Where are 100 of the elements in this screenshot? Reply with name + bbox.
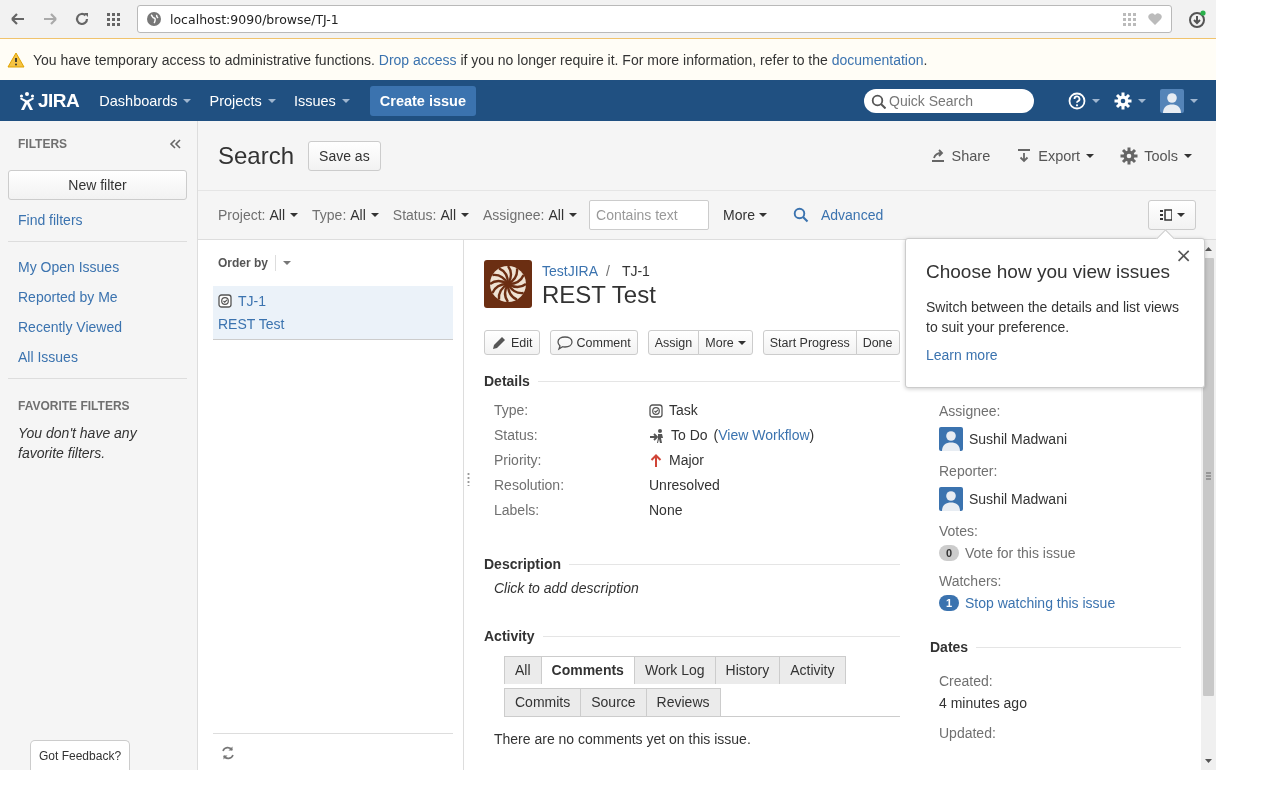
- logo-icon: [18, 90, 36, 111]
- caret-icon: [461, 213, 469, 217]
- activity-tab[interactable]: Reviews: [645, 688, 721, 716]
- nav-menu[interactable]: Dashboards: [99, 92, 192, 109]
- watch-link[interactable]: Stop watching this issue: [965, 595, 1116, 611]
- quick-search-field[interactable]: Quick Search: [864, 88, 1034, 113]
- issue-action-button[interactable]: Comment: [549, 330, 638, 355]
- caret-icon: [283, 261, 291, 265]
- resize-handle[interactable]: [467, 472, 470, 486]
- field-value: Unresolved: [649, 476, 720, 495]
- create-issue-button[interactable]: Create issue: [369, 85, 477, 116]
- search-icon: [871, 93, 886, 109]
- issue-key-link[interactable]: TJ-1: [621, 263, 650, 279]
- advanced-link[interactable]: Advanced: [820, 207, 884, 223]
- learn-more-link[interactable]: Learn more: [926, 347, 998, 363]
- toolbar-button[interactable]: Tools: [1120, 146, 1192, 165]
- activity-tab[interactable]: Work Log: [633, 656, 716, 684]
- filter-link[interactable]: My Open Issues: [8, 252, 187, 282]
- issue-list-item[interactable]: TJ-1 REST Test: [213, 286, 453, 340]
- issue-action-button[interactable]: Edit: [484, 330, 540, 355]
- save-as-button[interactable]: Save as: [308, 140, 381, 171]
- filter-link[interactable]: Recently Viewed: [8, 312, 187, 342]
- filter-dropdown[interactable]: Assignee: All: [483, 207, 578, 223]
- export-icon: [1016, 147, 1033, 164]
- issue-action-button[interactable]: Start Progress: [762, 330, 857, 355]
- view-toggle-button[interactable]: [1148, 200, 1196, 230]
- caret-icon: [267, 98, 276, 103]
- caret-icon: [1184, 153, 1192, 158]
- caret-icon: [1176, 213, 1185, 217]
- field-label: Reporter:: [939, 462, 999, 481]
- close-button[interactable]: ×: [1171, 244, 1196, 266]
- activity-tab[interactable]: All: [504, 656, 542, 684]
- field-label: Labels:: [494, 501, 541, 520]
- warning-icon: [7, 51, 25, 68]
- workflow-link[interactable]: View Workflow: [718, 426, 810, 445]
- banner-message: You have temporary access to administrative functions. Drop access if you no longer require it. For more information, refer to the documentation.: [33, 51, 928, 68]
- new-filter-button[interactable]: New filter: [8, 170, 187, 200]
- back-icon[interactable]: [10, 11, 26, 27]
- search-icon[interactable]: [792, 207, 809, 223]
- status-icon: [649, 427, 665, 444]
- help-icon[interactable]: [1068, 91, 1086, 110]
- caret-icon: [183, 98, 192, 103]
- find-filters-link[interactable]: Find filters: [8, 205, 187, 235]
- feedback-button[interactable]: Got Feedback?: [30, 740, 131, 770]
- banner-link[interactable]: Drop access: [378, 51, 457, 68]
- filter-dropdown[interactable]: Type: All: [312, 207, 379, 223]
- activity-tab[interactable]: Activity: [779, 656, 846, 684]
- caret-icon: [758, 213, 767, 217]
- reload-icon[interactable]: [74, 11, 90, 27]
- more-dropdown[interactable]: More: [723, 207, 767, 223]
- field-label: Assignee:: [939, 402, 1002, 421]
- activity-tab[interactable]: History: [714, 656, 781, 684]
- nav-menu[interactable]: Issues: [293, 92, 350, 109]
- filter-link[interactable]: All Issues: [8, 342, 187, 372]
- description-field[interactable]: Click to add description: [484, 572, 900, 596]
- user-avatar-icon: [939, 427, 963, 451]
- field-label: Created:: [939, 672, 994, 691]
- field-label: Votes:: [939, 522, 979, 541]
- field-label: Status:: [494, 426, 539, 445]
- caret-icon: [1092, 98, 1100, 103]
- breadcrumb-separator: /: [606, 263, 610, 279]
- issue-action-button[interactable]: Assign: [647, 330, 700, 355]
- parenthesis: ): [809, 426, 815, 445]
- logo-text[interactable]: JIRA: [38, 89, 80, 112]
- toolbar-button[interactable]: Export: [1016, 147, 1095, 164]
- filter-dropdown[interactable]: Status: All: [392, 207, 469, 223]
- nav-menu[interactable]: Projects: [209, 92, 276, 109]
- collapse-icon[interactable]: [169, 139, 181, 149]
- caret-icon: [737, 340, 746, 345]
- toolbar-button[interactable]: Share: [929, 147, 991, 164]
- filter-dropdown[interactable]: Project: All: [218, 207, 299, 223]
- order-by-label[interactable]: Order by: [218, 256, 268, 270]
- issue-action-button[interactable]: Done: [855, 330, 900, 355]
- settings-icon[interactable]: [1114, 91, 1132, 110]
- apps-icon[interactable]: [106, 11, 121, 27]
- sidebar-heading: FILTERS: [18, 137, 68, 151]
- field-label: Updated:: [939, 724, 997, 743]
- issue-action-button[interactable]: More: [698, 330, 753, 355]
- refresh-icon[interactable]: [220, 744, 235, 760]
- activity-tab[interactable]: Source: [580, 688, 647, 716]
- text-search-field[interactable]: Contains text: [589, 200, 710, 230]
- field-label: Resolution:: [494, 476, 566, 495]
- scrollbar[interactable]: [1201, 240, 1216, 770]
- user-avatar-icon[interactable]: [1160, 88, 1184, 113]
- filter-link[interactable]: Reported by Me: [8, 282, 187, 312]
- caret-icon: [1086, 153, 1095, 158]
- vote-text[interactable]: Vote for this issue: [965, 545, 1076, 561]
- caret-icon: [341, 98, 350, 103]
- field-label: Watchers:: [939, 572, 1003, 591]
- field-label: Priority:: [494, 451, 543, 470]
- section-heading: Description: [484, 556, 561, 572]
- download-icon[interactable]: [1188, 10, 1206, 28]
- field-value: Major: [669, 451, 704, 470]
- section-heading: Activity: [484, 628, 535, 644]
- share-icon: [929, 147, 946, 164]
- banner-link[interactable]: documentation: [831, 51, 924, 68]
- project-link[interactable]: TestJIRA: [542, 263, 598, 279]
- activity-tab[interactable]: Commits: [504, 688, 582, 716]
- user-avatar-icon: [939, 487, 963, 511]
- issue-key[interactable]: TJ-1: [238, 290, 266, 312]
